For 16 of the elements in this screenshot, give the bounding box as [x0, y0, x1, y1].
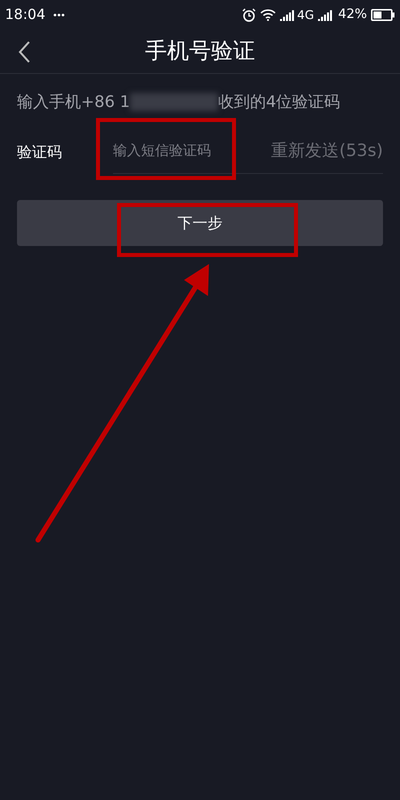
battery-percent: 42% — [338, 6, 367, 24]
battery-icon — [371, 9, 395, 21]
more-dots-icon — [53, 13, 66, 17]
prompt-text-end: 收到的4位验证码 — [218, 91, 340, 113]
code-input[interactable]: 输入短信验证码 — [113, 141, 243, 162]
prompt-text: 输入手机+86 1 — [17, 91, 130, 113]
alarm-icon — [242, 8, 256, 22]
status-time: 18:04 — [5, 6, 46, 24]
next-button[interactable]: 下一步 — [17, 200, 383, 246]
code-label: 验证码 — [17, 142, 63, 163]
wifi-icon — [260, 9, 276, 21]
page-title: 手机号验证 — [145, 38, 255, 66]
signal-icon — [318, 9, 334, 21]
network-label: 4G — [297, 7, 314, 24]
back-icon[interactable] — [18, 40, 30, 62]
signal-icon — [280, 9, 296, 21]
